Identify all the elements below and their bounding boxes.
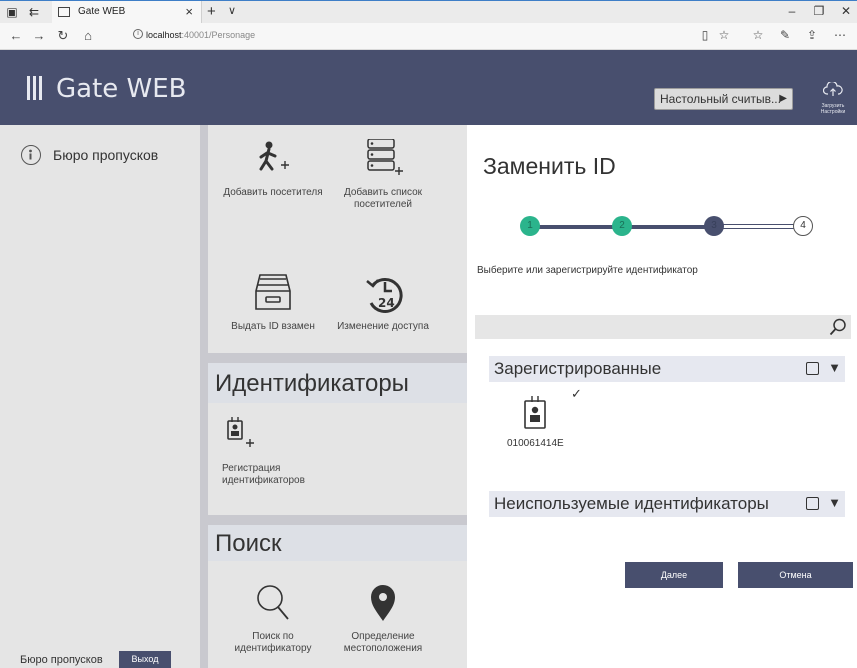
- step-connector: [719, 224, 801, 229]
- back-icon[interactable]: ←: [8, 28, 24, 43]
- favorite-star-icon[interactable]: ☆: [716, 28, 732, 42]
- section-identifiers-header: Идентификаторы: [208, 363, 467, 403]
- visitor-list-icon: [358, 138, 408, 181]
- step-4: 4: [793, 216, 813, 236]
- issue-id-label: Выдать ID взамен: [231, 321, 315, 332]
- tab-title: Gate WEB: [78, 6, 126, 17]
- sidebar-item-label: Бюро пропусков: [53, 147, 159, 163]
- magnifier-icon: [248, 583, 298, 625]
- issue-id-tile[interactable]: Выдать ID взамен: [223, 273, 323, 333]
- group-unused-title: Неиспользуемые идентификаторы: [494, 494, 769, 513]
- info-badge-icon: [21, 145, 41, 165]
- search-input[interactable]: [475, 315, 851, 339]
- forward-icon[interactable]: →: [31, 28, 47, 43]
- step-3: 3: [704, 216, 724, 236]
- wizard-stepper: 1 2 3 4: [520, 216, 815, 238]
- window-close-icon[interactable]: ✕: [837, 4, 855, 18]
- search-icon[interactable]: [829, 318, 847, 336]
- next-button[interactable]: Далее: [625, 562, 723, 588]
- window-maximize-icon[interactable]: ❐: [810, 4, 828, 18]
- app-title: Gate WEB: [56, 74, 187, 104]
- refresh-icon[interactable]: ↻: [55, 28, 71, 44]
- sidebar: Бюро пропусков Бюро пропусков Выход: [0, 125, 200, 668]
- new-tab-icon[interactable]: +: [207, 3, 216, 20]
- tab-list-chevron-icon[interactable]: ∨: [228, 4, 236, 17]
- upload-settings-label: Загрузить Настройки: [820, 103, 846, 115]
- site-info-icon[interactable]: i: [133, 29, 143, 39]
- add-visitor-label: Добавить посетителя: [223, 187, 323, 198]
- url-path: :40001/Personage: [181, 30, 256, 40]
- app-header: Gate WEB Настольный считыв... ▶ Загрузит…: [0, 50, 857, 125]
- step-1: 1: [520, 216, 540, 236]
- tab-close-icon[interactable]: ×: [185, 4, 193, 19]
- map-pin-icon: [358, 583, 408, 625]
- access-change-tile[interactable]: 24 Изменение доступа: [333, 273, 433, 333]
- page-title: Заменить ID: [483, 153, 616, 179]
- search-by-id-label: Поиск по идентификатору: [234, 631, 312, 654]
- chevron-down-icon[interactable]: ▼: [828, 495, 841, 510]
- search-by-id-tile[interactable]: Поиск по идентификатору: [223, 583, 323, 655]
- archive-tray-icon: [248, 273, 298, 315]
- history-24-icon: 24: [358, 273, 408, 315]
- replace-id-panel: Заменить ID 1 2 3 4 Выберите или зарегис…: [467, 125, 857, 668]
- sidebar-footer-title: Бюро пропусков: [20, 654, 103, 666]
- instruction-text: Выберите или зарегистрируйте идентификат…: [477, 265, 698, 276]
- selected-check-icon: ✓: [571, 386, 582, 401]
- section-search-header: Поиск: [208, 525, 467, 561]
- play-arrow-icon: ▶: [779, 93, 787, 104]
- register-id-tile[interactable]: Регистрация идентификаторов: [208, 415, 308, 487]
- add-visitor-list-label: Добавить список посетителей: [343, 187, 423, 210]
- upload-settings-button[interactable]: Загрузить Настройки: [816, 80, 850, 118]
- step-2: 2: [612, 216, 632, 236]
- id-badge-icon: [524, 396, 546, 429]
- reader-select-button[interactable]: Настольный считыв... ▶: [654, 88, 793, 110]
- actions-column: Добавить посетителя Добавить список посе…: [200, 125, 467, 668]
- location-tile[interactable]: Определение местоположения: [333, 583, 433, 655]
- reading-view-icon[interactable]: ▯: [697, 28, 713, 42]
- clock-number: 24: [378, 296, 395, 310]
- share-icon[interactable]: ⇪: [804, 28, 820, 42]
- browser-tab-bar: ▣ ⇇ Gate WEB × + ∨ – ❐ ✕: [0, 0, 857, 24]
- cloud-upload-icon: [822, 80, 843, 96]
- register-id-label: Регистрация идентификаторов: [222, 463, 305, 486]
- chevron-down-icon[interactable]: ▼: [828, 360, 841, 375]
- page-favicon-icon: [58, 7, 70, 17]
- tab-actions-icon[interactable]: ▣: [4, 4, 20, 20]
- browser-address-bar: ← → ↻ ⌂ i localhost:40001/Personage ▯ ☆ …: [0, 23, 857, 50]
- group-registered-checkbox[interactable]: [806, 362, 819, 375]
- window-minimize-icon[interactable]: –: [783, 4, 801, 18]
- group-unused-checkbox[interactable]: [806, 497, 819, 510]
- home-icon[interactable]: ⌂: [80, 28, 96, 43]
- location-label: Определение местоположения: [343, 631, 423, 654]
- group-registered-title: Зарегистрированные: [494, 359, 662, 378]
- group-registered[interactable]: Зарегистрированные ▼: [489, 356, 845, 382]
- url-host: localhost: [146, 30, 182, 40]
- logout-button[interactable]: Выход: [119, 651, 171, 668]
- card-id-label: 010061414E: [507, 438, 564, 449]
- pen-notes-icon[interactable]: ✎: [777, 28, 793, 42]
- more-icon[interactable]: ⋯: [832, 28, 848, 42]
- tab-preview-icon[interactable]: ⇇: [26, 4, 42, 20]
- add-visitor-icon: [248, 139, 298, 181]
- menu-icon[interactable]: [27, 76, 42, 100]
- id-card-item[interactable]: ✓ 010061414E: [507, 386, 582, 457]
- cancel-button[interactable]: Отмена: [738, 562, 853, 588]
- access-change-label: Изменение доступа: [337, 321, 429, 332]
- browser-tab[interactable]: Gate WEB ×: [52, 1, 202, 24]
- add-visitor-tile[interactable]: Добавить посетителя: [223, 139, 323, 199]
- register-badge-icon: [222, 415, 262, 457]
- reader-select-label: Настольный считыв...: [660, 92, 781, 106]
- section-search-title: Поиск: [215, 530, 282, 557]
- favorites-list-icon[interactable]: ☆: [750, 28, 766, 42]
- section-identifiers-title: Идентификаторы: [215, 370, 409, 397]
- group-unused[interactable]: Неиспользуемые идентификаторы ▼: [489, 491, 845, 517]
- add-visitor-list-tile[interactable]: Добавить список посетителей: [333, 138, 433, 211]
- url-field[interactable]: localhost:40001/Personage: [146, 30, 255, 40]
